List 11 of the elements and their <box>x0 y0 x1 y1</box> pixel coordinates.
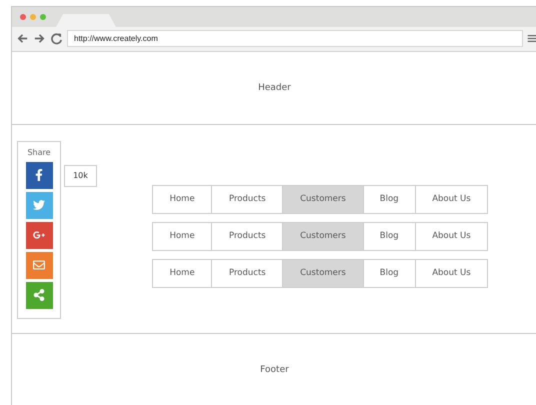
nav-item[interactable]: Products <box>211 260 282 287</box>
nav-item[interactable]: Products <box>211 222 282 250</box>
share-title: Share <box>27 148 51 157</box>
nav-item[interactable]: Products <box>211 186 282 213</box>
share-count: 10k <box>64 164 97 187</box>
footer-label: Footer <box>260 364 289 375</box>
nav-item[interactable]: Customers <box>282 260 362 287</box>
address-field[interactable]: http://www.creately.com <box>67 30 523 48</box>
nav-item[interactable]: Customers <box>282 186 362 213</box>
header-label: Header <box>258 82 291 93</box>
nav-item[interactable]: Customers <box>282 222 362 250</box>
